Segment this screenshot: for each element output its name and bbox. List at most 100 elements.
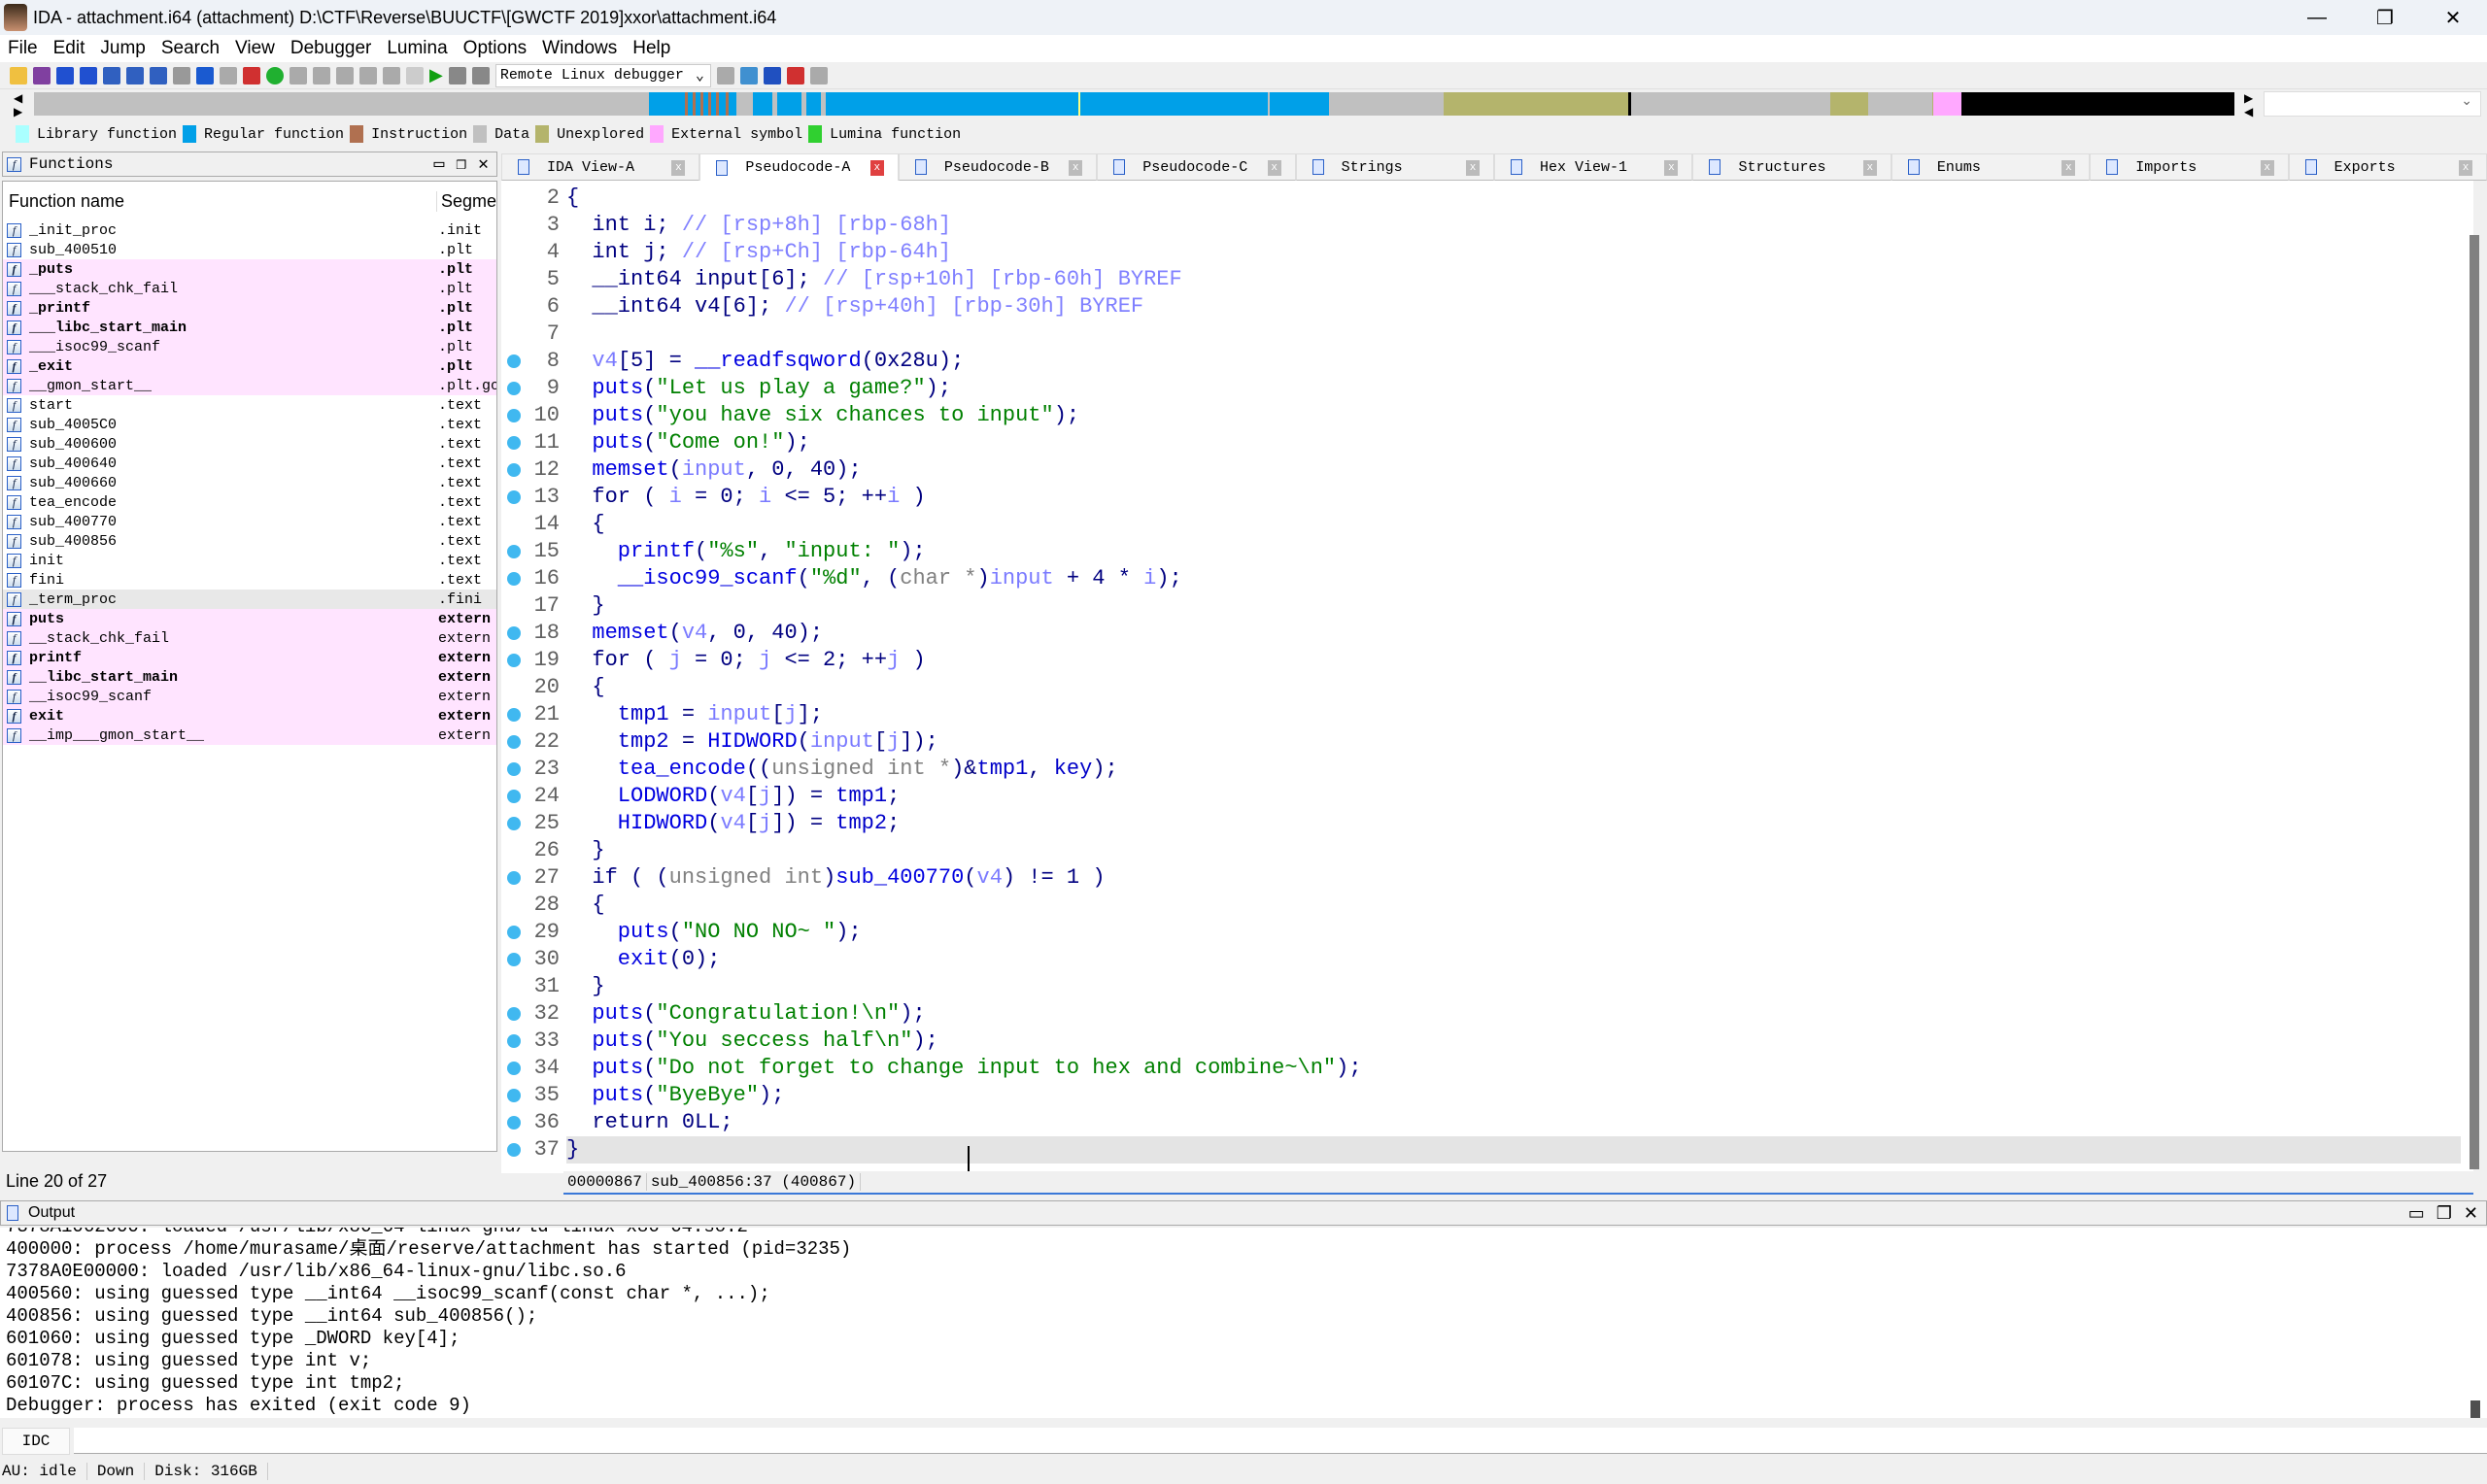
- nav-address-dropdown[interactable]: ⌄: [2264, 91, 2481, 117]
- code-line[interactable]: 22 tmp2 = HIDWORD(input[j]);: [501, 728, 2464, 756]
- function-row[interactable]: f __gmon_start__ .plt.go: [3, 376, 496, 395]
- tab-exports[interactable]: Exports x: [2288, 153, 2487, 181]
- tab-close-icon[interactable]: x: [671, 160, 686, 176]
- add-breakpoint-icon[interactable]: [786, 66, 804, 84]
- output-log[interactable]: 7378A1062000: loaded /usr/lib/x86_64-lin…: [0, 1228, 2487, 1418]
- string-icon[interactable]: [336, 66, 354, 84]
- menu-lumina[interactable]: Lumina: [387, 38, 447, 59]
- jump-icon[interactable]: [173, 66, 190, 84]
- function-row[interactable]: f ___isoc99_scanf .plt: [3, 337, 496, 356]
- breakpoint-dot-icon[interactable]: [507, 626, 521, 640]
- code-line[interactable]: 25 HIDWORD(v4[j]) = tmp2;: [501, 810, 2464, 837]
- code-line[interactable]: 32 puts("Congratulation!\n");: [501, 1000, 2464, 1028]
- code-line[interactable]: 26 }: [501, 837, 2464, 864]
- attach-icon[interactable]: [716, 66, 734, 84]
- code-line[interactable]: 4 int j; // [rsp+Ch] [rbp-64h]: [501, 239, 2464, 266]
- tab-ida-view-a[interactable]: IDA View-A x: [501, 153, 700, 181]
- tab-structures[interactable]: Structures x: [1692, 153, 1891, 181]
- tab-close-icon[interactable]: x: [2459, 160, 2473, 176]
- code-line[interactable]: 16 __isoc99_scanf("%d", (char *)input + …: [501, 565, 2464, 592]
- minimize-button[interactable]: —: [2283, 0, 2351, 35]
- output-scrollbar[interactable]: [2470, 1400, 2480, 1418]
- breakpoint-dot-icon[interactable]: [507, 463, 521, 477]
- close-button[interactable]: ✕: [2419, 0, 2487, 35]
- menu-edit[interactable]: Edit: [53, 38, 85, 59]
- code-line[interactable]: 36 return 0LL;: [501, 1109, 2464, 1136]
- tab-close-icon[interactable]: x: [1069, 160, 1083, 176]
- jump-down-icon[interactable]: [196, 66, 214, 84]
- text-mode-icon[interactable]: [220, 66, 237, 84]
- breakpoint-dot-icon[interactable]: [507, 1007, 521, 1021]
- source-icon[interactable]: [739, 66, 758, 84]
- code-line[interactable]: 17 }: [501, 592, 2464, 620]
- function-row[interactable]: f exit extern: [3, 706, 496, 725]
- tab-close-icon[interactable]: x: [2061, 160, 2076, 176]
- function-row[interactable]: f fini .text: [3, 570, 496, 590]
- menu-view[interactable]: View: [235, 38, 275, 59]
- breakpoint-dot-icon[interactable]: [507, 409, 521, 422]
- breakpoint-dot-icon[interactable]: [507, 654, 521, 667]
- breakpoint-dot-icon[interactable]: [507, 953, 521, 966]
- breakpoint-dot-icon[interactable]: [507, 871, 521, 885]
- tab-close-icon[interactable]: x: [2260, 160, 2274, 176]
- function-row[interactable]: f sub_400600 .text: [3, 434, 496, 454]
- menu-options[interactable]: Options: [463, 38, 527, 59]
- breakpoint-dot-icon[interactable]: [507, 790, 521, 803]
- function-row[interactable]: f sub_400660 .text: [3, 473, 496, 492]
- code-line[interactable]: 2{: [501, 185, 2464, 212]
- breakpoint-dot-icon[interactable]: [507, 762, 521, 776]
- breakpoint-dot-icon[interactable]: [507, 1034, 521, 1048]
- breakpoint-dot-icon[interactable]: [507, 490, 521, 504]
- tab-pseudocode-c[interactable]: Pseudocode-C x: [1097, 153, 1296, 181]
- function-row[interactable]: f __imp___gmon_start__ extern: [3, 725, 496, 745]
- code-line[interactable]: 27 if ( (unsigned int)sub_400770(v4) != …: [501, 864, 2464, 892]
- function-row[interactable]: f printf extern: [3, 648, 496, 667]
- tab-enums[interactable]: Enums x: [1891, 153, 2091, 181]
- maximize-icon[interactable]: ▭: [2408, 1203, 2425, 1224]
- undefine-icon[interactable]: [383, 66, 400, 84]
- binary-search-icon[interactable]: [103, 66, 120, 84]
- function-row[interactable]: f init .text: [3, 551, 496, 570]
- code-line[interactable]: 12 memset(input, 0, 40);: [501, 456, 2464, 484]
- function-row[interactable]: f sub_400856 .text: [3, 531, 496, 551]
- code-line[interactable]: 33 puts("You seccess half\n");: [501, 1028, 2464, 1055]
- start-debugger-icon[interactable]: ▶: [429, 65, 443, 85]
- function-row[interactable]: f tea_encode .text: [3, 492, 496, 512]
- function-row[interactable]: f start .text: [3, 395, 496, 415]
- menu-file[interactable]: File: [8, 38, 38, 59]
- code-line[interactable]: 24 LODWORD(v4[j]) = tmp1;: [501, 783, 2464, 810]
- nav-zoom-arrow-icon[interactable]: ▶ ◀: [2244, 91, 2253, 118]
- function-row[interactable]: f sub_4005C0 .text: [3, 415, 496, 434]
- code-line[interactable]: 3 int i; // [rsp+8h] [rbp-68h]: [501, 212, 2464, 239]
- function-row[interactable]: f sub_400770 .text: [3, 512, 496, 531]
- menu-jump[interactable]: Jump: [100, 38, 145, 59]
- nav-left-arrow-icon[interactable]: ◀ ▶: [14, 91, 22, 118]
- pause-icon[interactable]: [448, 66, 466, 84]
- code-line[interactable]: 10 puts("you have six chances to input")…: [501, 402, 2464, 429]
- maximize-icon[interactable]: ▭: [433, 153, 444, 175]
- function-row[interactable]: f _init_proc .init: [3, 220, 496, 240]
- code-line[interactable]: 19 for ( j = 0; j <= 2; ++j ): [501, 647, 2464, 674]
- breakpoints-icon[interactable]: [763, 66, 781, 84]
- code-line[interactable]: 8 v4[5] = __readfsqword(0x28u);: [501, 348, 2464, 375]
- breakpoint-dot-icon[interactable]: [507, 1062, 521, 1075]
- delete-breakpoint-icon[interactable]: [809, 66, 828, 84]
- function-row[interactable]: f _printf .plt: [3, 298, 496, 318]
- tab-pseudocode-b[interactable]: Pseudocode-B x: [898, 153, 1098, 181]
- pseudocode-view[interactable]: 2{3 int i; // [rsp+8h] [rbp-68h] 4 int j;…: [501, 181, 2473, 1173]
- status-icon[interactable]: [266, 66, 284, 84]
- graph-icon[interactable]: [243, 66, 260, 84]
- function-row[interactable]: f sub_400640 .text: [3, 454, 496, 473]
- debugger-select[interactable]: Remote Linux debugger ⌄: [494, 63, 711, 87]
- code-line[interactable]: 23 tea_encode((unsigned int *)&tmp1, key…: [501, 756, 2464, 783]
- menu-help[interactable]: Help: [632, 38, 670, 59]
- breakpoint-dot-icon[interactable]: [507, 545, 521, 558]
- close-icon[interactable]: ✕: [478, 153, 489, 175]
- code-line[interactable]: 29 puts("NO NO NO~ ");: [501, 919, 2464, 946]
- code-line[interactable]: 6 __int64 v4[6]; // [rsp+40h] [rbp-30h] …: [501, 293, 2464, 320]
- code-line[interactable]: 9 puts("Let us play a game?");: [501, 375, 2464, 402]
- function-row[interactable]: f ___libc_start_main .plt: [3, 318, 496, 337]
- function-row[interactable]: f __isoc99_scanf extern: [3, 687, 496, 706]
- array-icon[interactable]: [359, 66, 377, 84]
- menu-search[interactable]: Search: [161, 38, 220, 59]
